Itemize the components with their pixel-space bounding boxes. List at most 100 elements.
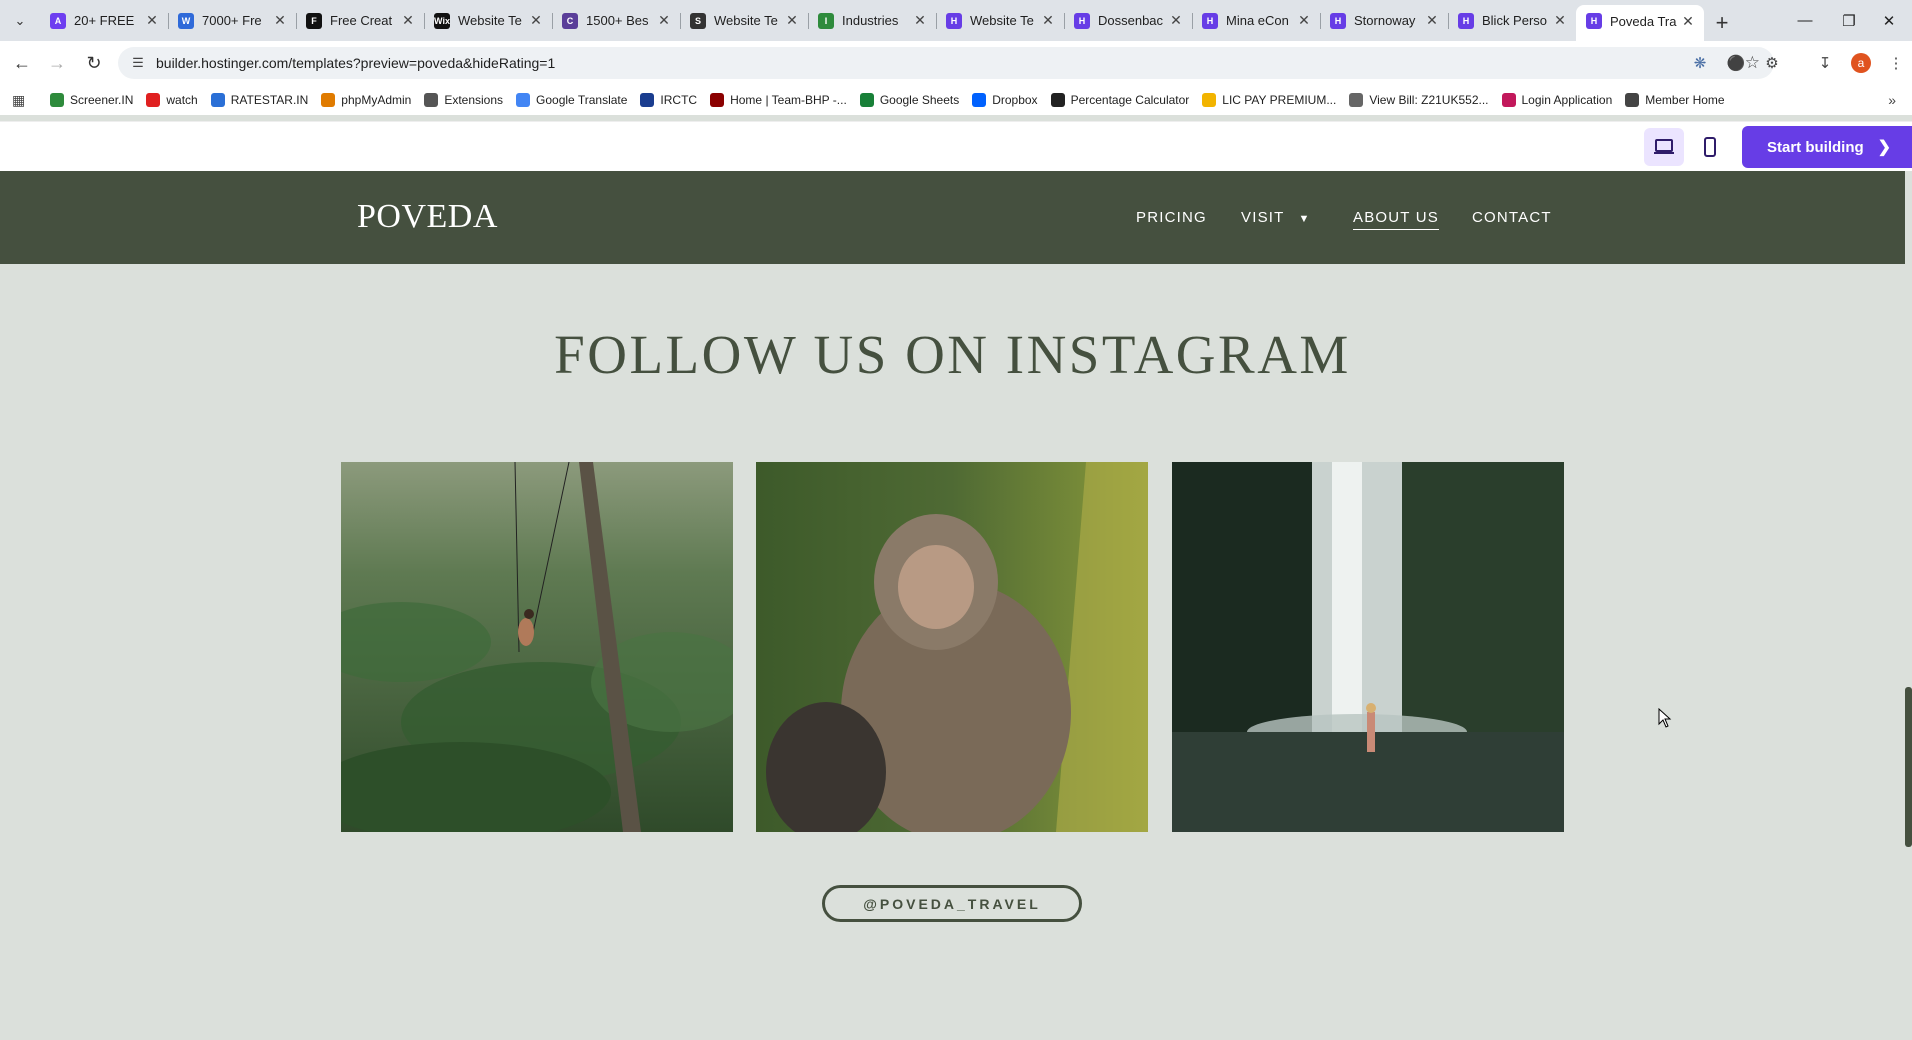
tab-favicon-icon: H [1074,12,1090,29]
bookmark-item[interactable]: RATESTAR.IN [210,93,309,107]
tab-title: 7000+ Fre [202,13,262,28]
browser-tab[interactable]: H Poveda Tra ✕ [1576,5,1704,41]
scrollbar-thumb[interactable] [1905,687,1912,847]
start-building-button[interactable]: Start building ❯ [1742,126,1912,168]
bookmark-item[interactable]: Google Sheets [859,93,959,107]
browser-tab[interactable]: H Stornoway ✕ [1320,4,1448,37]
tab-title: 20+ FREE [74,13,135,28]
tab-close-icon[interactable]: ✕ [912,12,928,29]
page-scrollbar[interactable] [1905,171,1912,1040]
tab-close-icon[interactable]: ✕ [784,12,800,29]
menu-kebab-icon[interactable]: ⋮ [1884,51,1908,75]
browser-tab[interactable]: H Blick Perso ✕ [1448,4,1576,37]
bookmark-label: Dropbox [992,93,1038,107]
desktop-view-icon[interactable] [1644,128,1684,166]
mouse-cursor-icon [1658,708,1672,728]
browser-tab[interactable]: F Free Creat ✕ [296,4,424,37]
reload-icon[interactable]: ↻ [80,49,108,77]
tab-title: Industries [842,13,899,28]
instagram-photo-monkey[interactable] [756,462,1148,832]
bookmark-label: RATESTAR.IN [230,93,309,107]
tab-close-icon[interactable]: ✕ [1296,12,1312,29]
bookmark-item[interactable]: Member Home [1625,93,1725,107]
tab-favicon-icon: I [818,12,834,29]
tab-close-icon[interactable]: ✕ [528,12,544,29]
browser-tab[interactable]: A 20+ FREE ✕ [40,4,168,37]
site-info-icon[interactable]: ☰ [130,55,146,71]
bookmark-item[interactable]: Percentage Calculator [1050,93,1189,107]
bookmark-label: Screener.IN [70,93,134,107]
tab-favicon-icon: H [1330,12,1346,29]
url-text[interactable]: builder.hostinger.com/templates?preview=… [156,55,555,71]
tab-favicon-icon: H [946,12,962,29]
tab-close-icon[interactable]: ✕ [1552,12,1568,29]
bookmark-item[interactable]: watch [146,93,198,107]
site-logo[interactable]: POVEDA [357,198,498,236]
bookmark-label: View Bill: Z21UK552... [1369,93,1489,107]
tab-close-icon[interactable]: ✕ [1168,12,1184,29]
tab-search-icon[interactable]: ⌄ [0,0,40,41]
bookmark-label: phpMyAdmin [341,93,412,107]
browser-tab[interactable]: Wix Website Te ✕ [424,4,552,37]
nav-pricing[interactable]: PRICING [1136,209,1207,226]
dropdown-caret-icon: ▼ [1298,213,1311,225]
tab-close-icon[interactable]: ✕ [144,12,160,29]
bookmark-item[interactable]: View Bill: Z21UK552... [1349,93,1489,107]
tab-favicon-icon: A [50,12,66,29]
mobile-view-icon[interactable] [1690,128,1730,166]
nav-contact[interactable]: CONTACT [1472,209,1552,226]
instagram-handle-button[interactable]: @POVEDA_TRAVEL [822,885,1082,922]
builder-toolbar: Start building ❯ [0,121,1912,171]
back-icon[interactable]: ← [8,49,36,77]
bookmark-item[interactable]: Home | Team-BHP -... [710,93,847,107]
tab-title: 1500+ Bes [586,13,649,28]
bookmark-favicon-icon [972,93,987,107]
tab-favicon-icon: F [306,12,322,29]
bookmark-item[interactable]: phpMyAdmin [321,93,411,107]
extensions-puzzle-icon[interactable]: ⚙ [1760,51,1784,75]
browser-tab[interactable]: H Mina eCon ✕ [1192,4,1320,37]
tab-favicon-icon: H [1458,12,1474,29]
instagram-photo-jungle-swing[interactable] [341,462,733,832]
bookmark-item[interactable]: Screener.IN [50,93,133,107]
tab-close-icon[interactable]: ✕ [400,12,416,29]
new-tab-button[interactable]: + [1704,5,1740,41]
bookmark-item[interactable]: LIC PAY PREMIUM... [1202,93,1336,107]
browser-tab[interactable]: C 1500+ Bes ✕ [552,4,680,37]
browser-tab[interactable]: H Dossenbac ✕ [1064,4,1192,37]
nav-about-us[interactable]: ABOUT US [1353,209,1440,230]
tab-title: Website Te [970,13,1034,28]
bookmark-item[interactable]: Google Translate [516,93,627,107]
tab-title: Free Creat [330,13,393,28]
apps-grid-icon[interactable]: ▦ [12,92,32,109]
bookmark-label: LIC PAY PREMIUM... [1222,93,1337,107]
chevron-right-icon: ❯ [1877,139,1892,156]
bookmark-item[interactable]: Login Application [1501,93,1612,107]
browser-tab[interactable]: H Website Te ✕ [936,4,1064,37]
tab-close-icon[interactable]: ✕ [1424,12,1440,29]
more-bookmarks-icon[interactable]: » [1888,92,1896,108]
bookmark-item[interactable]: Extensions [424,93,503,107]
browser-tab[interactable]: I Industries ✕ [808,4,936,37]
tab-close-icon[interactable]: ✕ [272,12,288,29]
downloads-icon[interactable]: ↧ [1813,51,1837,75]
minimize-icon[interactable]: — [1782,0,1828,41]
bookmark-label: Google Translate [536,93,628,107]
browser-tab[interactable]: W 7000+ Fre ✕ [168,4,296,37]
extension-icon[interactable]: ❋ [1688,51,1712,75]
browser-tab[interactable]: S Website Te ✕ [680,4,808,37]
bookmark-item[interactable]: Dropbox [972,93,1038,107]
site-preview: POVEDA PRICING VISIT ▼ ABOUT US CONTACT F… [0,171,1912,1040]
adblock-icon[interactable]: ⚫ [1724,51,1748,75]
bookmark-item[interactable]: IRCTC [640,93,697,107]
bookmark-favicon-icon [1501,93,1516,107]
close-window-icon[interactable]: ✕ [1866,0,1912,41]
address-bar[interactable]: ☰ builder.hostinger.com/templates?previe… [118,47,1774,79]
tab-close-icon[interactable]: ✕ [1040,12,1056,29]
instagram-photo-waterfall[interactable] [1172,462,1564,832]
forward-icon[interactable]: → [43,49,71,77]
nav-visit[interactable]: VISIT ▼ [1241,209,1311,226]
profile-avatar[interactable]: a [1849,51,1873,75]
tab-close-icon[interactable]: ✕ [656,12,672,29]
tab-close-icon[interactable]: ✕ [1680,13,1696,30]
